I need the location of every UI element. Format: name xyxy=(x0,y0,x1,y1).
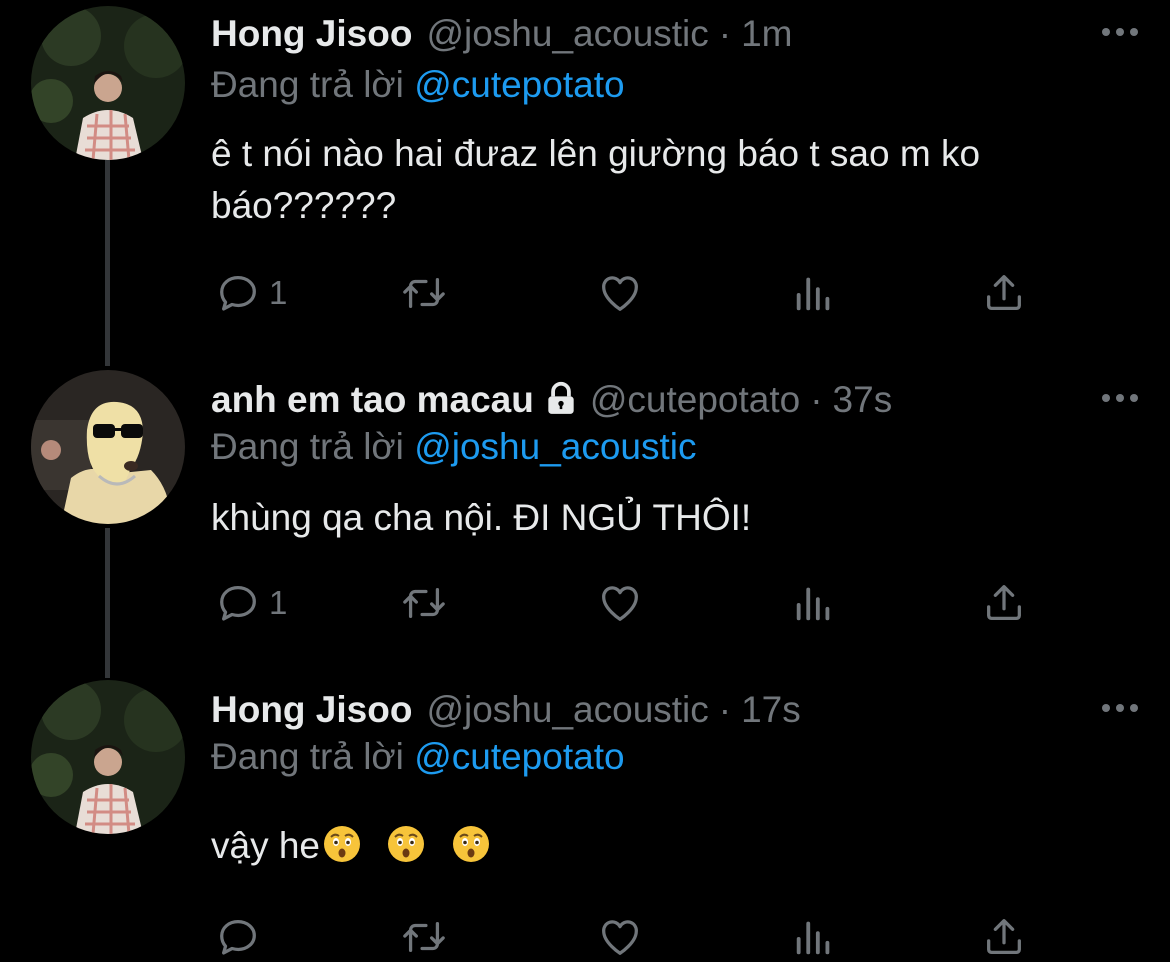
reply-button[interactable]: 1 xyxy=(215,268,287,318)
reply-button[interactable]: 1 xyxy=(215,578,287,628)
reply-button[interactable] xyxy=(215,912,269,962)
more-icon[interactable] xyxy=(1100,380,1140,416)
replying-to: Đang trả lời @cutepotato xyxy=(211,736,625,778)
share-button[interactable] xyxy=(981,268,1027,318)
action-bar: 1 xyxy=(211,578,1031,628)
avatar[interactable] xyxy=(31,370,185,524)
reply-icon xyxy=(220,586,256,621)
astonished-face-icon xyxy=(451,824,491,878)
mention-link[interactable]: @joshu_acoustic xyxy=(414,426,696,467)
like-button[interactable] xyxy=(597,268,643,318)
avatar[interactable] xyxy=(31,680,185,834)
user-handle[interactable]: @cutepotato xyxy=(590,379,800,421)
retweet-icon xyxy=(403,277,445,309)
reply-icon xyxy=(220,920,256,955)
timestamp[interactable]: 37s xyxy=(833,379,893,421)
display-name[interactable]: Hong Jisoo xyxy=(211,13,412,55)
retweet-icon xyxy=(403,921,445,953)
astonished-face-icon xyxy=(386,824,426,878)
display-name[interactable]: Hong Jisoo xyxy=(211,689,412,731)
share-button[interactable] xyxy=(981,912,1027,962)
retweet-button[interactable] xyxy=(401,578,447,628)
share-button[interactable] xyxy=(981,578,1027,628)
tweet[interactable]: Hong Jisoo @joshu_acoustic · 17s Đang tr… xyxy=(0,676,1170,961)
lock-icon xyxy=(542,379,580,422)
tweet-header: Hong Jisoo @joshu_acoustic · 17s xyxy=(211,688,801,732)
reply-icon xyxy=(220,276,256,311)
analytics-icon xyxy=(796,921,830,955)
tweet-header: anh em tao macau @cutepotato · 37s xyxy=(211,378,892,422)
replying-to: Đang trả lời @cutepotato xyxy=(211,64,625,106)
mention-link[interactable]: @cutepotato xyxy=(414,64,624,105)
tweet[interactable]: anh em tao macau @cutepotato · 37s Đang … xyxy=(0,366,1170,676)
display-name[interactable]: anh em tao macau xyxy=(211,379,534,421)
user-handle[interactable]: @joshu_acoustic xyxy=(426,689,708,731)
share-icon xyxy=(987,275,1021,310)
astonished-face-icon xyxy=(322,824,362,878)
analytics-button[interactable] xyxy=(791,268,837,318)
replying-to-label: Đang trả lời xyxy=(211,64,404,105)
analytics-icon xyxy=(796,277,830,311)
mention-link[interactable]: @cutepotato xyxy=(414,736,624,777)
tweet[interactable]: Hong Jisoo @joshu_acoustic · 1m Đang trả… xyxy=(0,0,1170,360)
tweet-header: Hong Jisoo @joshu_acoustic · 1m xyxy=(211,12,793,56)
like-button[interactable] xyxy=(597,578,643,628)
timestamp[interactable]: 1m xyxy=(741,13,792,55)
more-icon[interactable] xyxy=(1100,14,1140,50)
user-handle[interactable]: @joshu_acoustic xyxy=(426,13,708,55)
like-icon xyxy=(602,586,638,621)
replying-to: Đang trả lời @joshu_acoustic xyxy=(211,426,697,468)
separator-dot: · xyxy=(718,13,732,54)
reply-count: 1 xyxy=(269,584,288,621)
like-button[interactable] xyxy=(597,912,643,962)
action-bar: 1 xyxy=(211,268,1031,318)
share-icon xyxy=(987,919,1021,954)
separator-dot: · xyxy=(810,379,823,420)
avatar[interactable] xyxy=(31,6,185,160)
analytics-button[interactable] xyxy=(791,912,837,962)
analytics-icon xyxy=(796,587,830,621)
retweet-icon xyxy=(403,587,445,619)
tweet-text: ê t nói nào hai đưaz lên giường báo t sa… xyxy=(211,133,981,226)
action-bar xyxy=(211,912,1031,962)
tweet-text: vậy he xyxy=(211,825,321,866)
retweet-button[interactable] xyxy=(401,268,447,318)
reply-count: 1 xyxy=(269,274,288,311)
share-icon xyxy=(987,585,1021,620)
timestamp[interactable]: 17s xyxy=(741,689,801,731)
tweet-text: khùng qa cha nội. ĐI NGỦ THÔI! xyxy=(211,497,752,538)
separator-dot: · xyxy=(718,689,732,730)
replying-to-label: Đang trả lời xyxy=(211,736,404,777)
analytics-button[interactable] xyxy=(791,578,837,628)
like-icon xyxy=(602,920,638,955)
tweet-text-container: vậy he xyxy=(211,820,1141,878)
more-icon[interactable] xyxy=(1100,690,1140,726)
replying-to-label: Đang trả lời xyxy=(211,426,404,467)
retweet-button[interactable] xyxy=(401,912,447,962)
like-icon xyxy=(602,276,638,311)
